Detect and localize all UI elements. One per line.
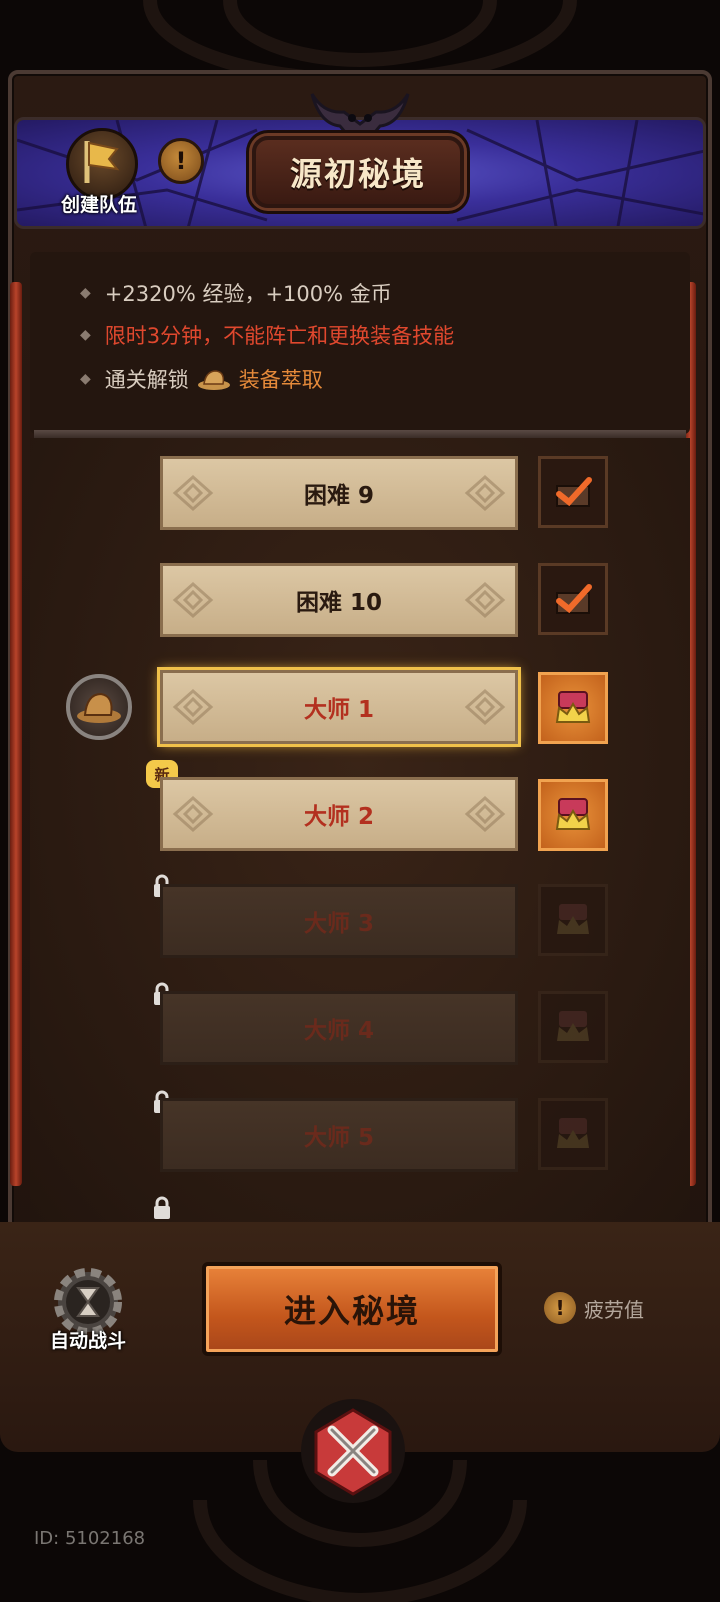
reward-chest[interactable]: [538, 779, 608, 851]
fatigue-label: 疲劳值: [584, 1297, 644, 1322]
crown-chest-icon: [557, 904, 589, 934]
unlock-info-line: ◆ 通关解锁 装备萃取: [80, 364, 323, 394]
auto-battle-label: 自动战斗: [49, 1330, 126, 1352]
ornament-icon: [172, 474, 214, 512]
level-button-hard-9[interactable]: 困难 9: [160, 456, 518, 530]
create-team-button[interactable]: 创建队伍: [44, 124, 154, 220]
crown-chest-icon: [557, 1118, 589, 1148]
reward-chest-claimed[interactable]: [538, 563, 608, 635]
reward-chest-locked[interactable]: [538, 991, 608, 1063]
level-label: 困难 9: [303, 483, 374, 509]
left-side-bar: [10, 282, 22, 1186]
crown-chest-icon: [555, 798, 591, 830]
fatigue-info[interactable]: ! 疲劳值: [544, 1292, 644, 1324]
lock-icon: [154, 1196, 170, 1219]
level-button-master-1[interactable]: 大师 1: [160, 670, 518, 744]
enter-realm-label: 进入秘境: [283, 1292, 420, 1330]
auto-battle-button[interactable]: 自动战斗: [36, 1262, 140, 1362]
ornament-icon: [464, 474, 506, 512]
level-button-master-5[interactable]: 大师 5: [160, 1098, 518, 1172]
bullet-icon: ◆: [80, 371, 91, 387]
reward-text: +2320% 经验，+100% 金币: [104, 282, 392, 306]
divider: [34, 430, 686, 438]
level-label: 大师 4: [303, 1018, 374, 1044]
restriction-text: 限时3分钟，不能阵亡和更换装备技能: [104, 324, 455, 348]
level-label: 困难 10: [295, 590, 382, 616]
level-label: 大师 1: [303, 697, 374, 723]
info-button[interactable]: !: [158, 138, 204, 184]
reward-info-line: ◆ +2320% 经验，+100% 金币: [80, 278, 392, 308]
crown-chest-icon: [555, 691, 591, 723]
player-id: ID: 5102168: [34, 1528, 146, 1549]
level-label: 大师 2: [303, 804, 374, 830]
level-button-master-4[interactable]: 大师 4: [160, 991, 518, 1065]
hat-icon: [197, 370, 230, 390]
ornament-icon: [464, 688, 506, 726]
exclamation-icon: !: [175, 147, 187, 175]
page-title: 源初秘境: [289, 155, 426, 193]
unlock-prefix: 通关解锁: [104, 368, 189, 392]
reward-chest[interactable]: [538, 672, 608, 744]
create-team-label: 创建队伍: [60, 194, 137, 216]
restriction-info-line: ◆ 限时3分钟，不能阵亡和更换装备技能: [80, 320, 454, 350]
unlock-item-text: 装备萃取: [238, 368, 323, 392]
hat-icon: [77, 692, 121, 723]
reward-chest-locked[interactable]: [538, 884, 608, 956]
ornament-icon: [464, 581, 506, 619]
level-button-master-2[interactable]: 大师 2: [160, 777, 518, 851]
reward-chest-claimed[interactable]: [538, 456, 608, 528]
exclamation-icon: !: [544, 1292, 576, 1324]
current-position-marker: [66, 674, 132, 740]
level-button-hard-10[interactable]: 困难 10: [160, 563, 518, 637]
ornament-icon: [172, 581, 214, 619]
crown-chest-icon: [557, 1011, 589, 1041]
reward-chest-locked[interactable]: [538, 1098, 608, 1170]
ornament-icon: [464, 795, 506, 833]
ornament-icon: [172, 795, 214, 833]
close-icon[interactable]: [298, 1396, 408, 1506]
checked-chest-icon: [556, 477, 592, 507]
level-button-master-3[interactable]: 大师 3: [160, 884, 518, 958]
ornament-icon: [172, 688, 214, 726]
bullet-icon: ◆: [80, 285, 91, 301]
level-label: 大师 3: [303, 911, 374, 937]
enter-realm-button[interactable]: 进入秘境: [202, 1262, 502, 1356]
bullet-icon: ◆: [80, 327, 91, 343]
title-plate: 源初秘境: [252, 136, 464, 208]
checked-chest-icon: [556, 584, 592, 614]
level-label: 大师 5: [303, 1125, 374, 1151]
